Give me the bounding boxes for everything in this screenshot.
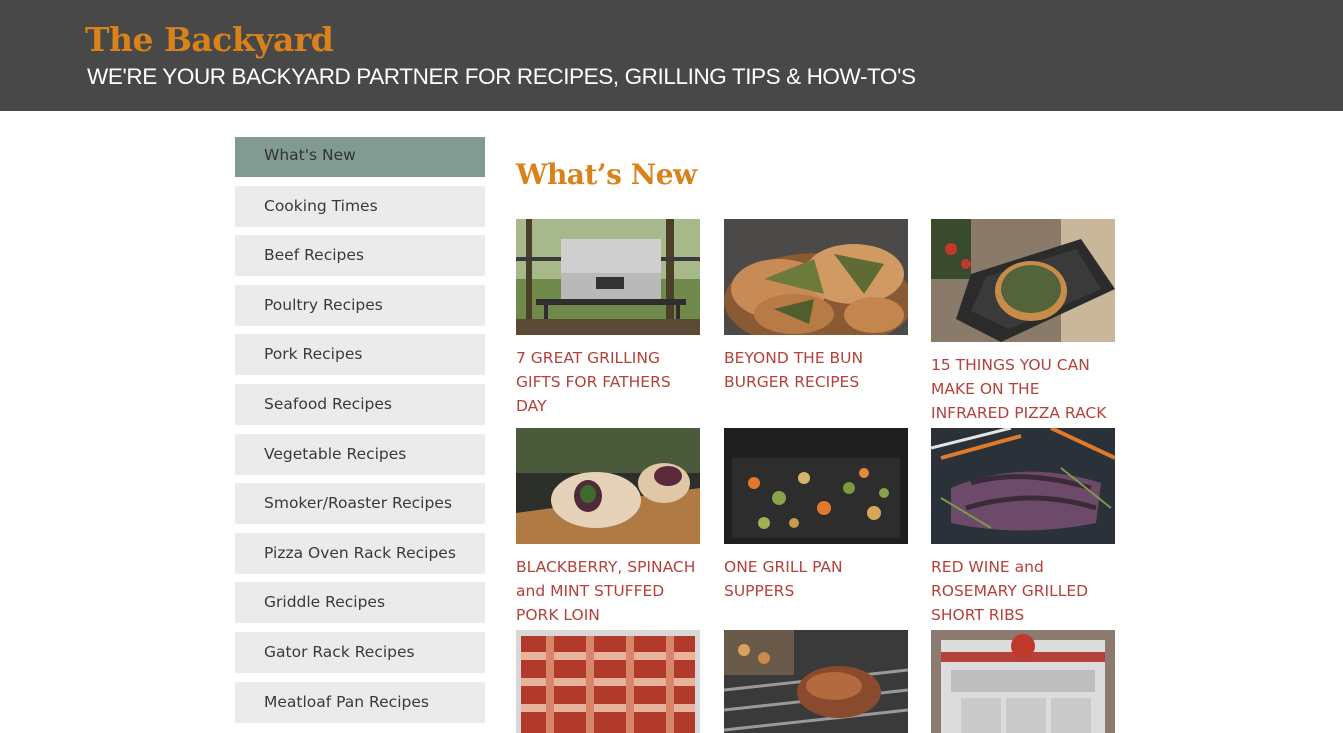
sidebar-item-gator-rack-recipes[interactable]: Gator Rack Recipes	[235, 631, 485, 673]
article-thumbnail-grill-on-deck[interactable]	[516, 219, 700, 335]
article-card[interactable]	[724, 630, 908, 733]
article-thumbnail-roast-on-grill[interactable]	[724, 630, 908, 733]
article-title[interactable]: BLACKBERRY, SPINACH and MINT STUFFED POR…	[516, 555, 700, 627]
sidebar-item-griddle-recipes[interactable]: Griddle Recipes	[235, 582, 485, 624]
article-thumbnail-pizza-on-rack[interactable]	[931, 219, 1115, 342]
sidebar-item-pork-recipes[interactable]: Pork Recipes	[235, 334, 485, 376]
sidebar-item-poultry-recipes[interactable]: Poultry Recipes	[235, 284, 485, 326]
article-card[interactable]	[931, 630, 1115, 733]
article-title[interactable]: RED WINE and ROSEMARY GRILLED SHORT RIBS	[931, 555, 1115, 627]
article-card[interactable]: RED WINE and ROSEMARY GRILLED SHORT RIBS	[931, 428, 1115, 627]
article-thumbnail-grill-with-bow[interactable]	[931, 630, 1115, 733]
sidebar-item-seafood-recipes[interactable]: Seafood Recipes	[235, 383, 485, 425]
sidebar-item-meatloaf-pan-recipes[interactable]: Meatloaf Pan Recipes	[235, 681, 485, 723]
article-card[interactable]	[516, 630, 700, 733]
sidebar-item-whats-new[interactable]: What's New	[235, 137, 485, 177]
site-title[interactable]: The Backyard	[85, 20, 334, 59]
article-thumbnail-vegetables-grill-pan[interactable]	[724, 428, 908, 544]
sidebar-nav: What's New Cooking Times Beef Recipes Po…	[235, 137, 485, 731]
site-tagline: WE'RE YOUR BACKYARD PARTNER FOR RECIPES,…	[87, 64, 916, 89]
article-card[interactable]: BEYOND THE BUN BURGER RECIPES	[724, 219, 908, 394]
article-card[interactable]: BLACKBERRY, SPINACH and MINT STUFFED POR…	[516, 428, 700, 627]
page-title: What’s New	[516, 158, 697, 191]
article-card[interactable]: 7 GREAT GRILLING GIFTS FOR FATHERS DAY	[516, 219, 700, 418]
site-header: The Backyard WE'RE YOUR BACKYARD PARTNER…	[0, 0, 1343, 111]
article-card[interactable]: ONE GRILL PAN SUPPERS	[724, 428, 908, 603]
article-title[interactable]: 7 GREAT GRILLING GIFTS FOR FATHERS DAY	[516, 346, 700, 418]
article-thumbnail-stuffed-flatbread[interactable]	[724, 219, 908, 335]
article-title[interactable]: BEYOND THE BUN BURGER RECIPES	[724, 346, 908, 394]
article-title[interactable]: ONE GRILL PAN SUPPERS	[724, 555, 908, 603]
sidebar-item-beef-recipes[interactable]: Beef Recipes	[235, 235, 485, 277]
sidebar-item-vegetable-recipes[interactable]: Vegetable Recipes	[235, 433, 485, 475]
sidebar-item-pizza-oven-rack-recipes[interactable]: Pizza Oven Rack Recipes	[235, 532, 485, 574]
article-thumbnail-stuffed-pork-loin[interactable]	[516, 428, 700, 544]
article-card[interactable]: 15 THINGS YOU CAN MAKE ON THE INFRARED P…	[931, 219, 1115, 425]
sidebar-item-cooking-times[interactable]: Cooking Times	[235, 185, 485, 227]
article-thumbnail-bacon-weave[interactable]	[516, 630, 700, 733]
article-thumbnail-short-ribs-rosemary[interactable]	[931, 428, 1115, 544]
article-title[interactable]: 15 THINGS YOU CAN MAKE ON THE INFRARED P…	[931, 353, 1115, 425]
sidebar-item-smoker-roaster-recipes[interactable]: Smoker/Roaster Recipes	[235, 483, 485, 525]
